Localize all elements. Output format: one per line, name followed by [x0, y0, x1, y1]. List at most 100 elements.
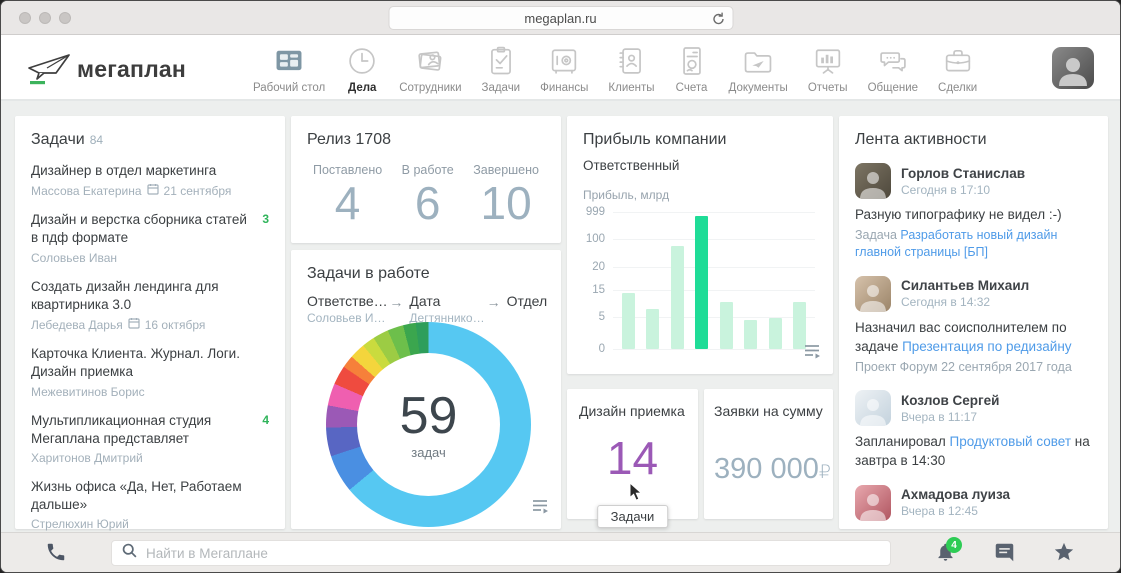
feed-message: Запустила обсуждение Новый дизайнер — Ле… [855, 528, 1092, 529]
profit-card-title: Прибыль компании [583, 131, 726, 148]
feed-name-time: Ахмадова луизаВчера в 12:45 [901, 487, 1010, 518]
browser-chrome: megaplan.ru [1, 1, 1120, 35]
calendar-icon [128, 317, 140, 332]
feed-link[interactable]: Презентация по редизайну [902, 339, 1071, 354]
y-tick-label: 20 [592, 261, 605, 273]
work-tasks-card: Задачи в работе Ответстве…Соловьев И…→Да… [291, 250, 561, 529]
feed-link[interactable]: Продуктовый совет [950, 434, 1072, 449]
activity-feed-card: Лента активности Горлов СтаниславСегодня… [839, 116, 1108, 529]
avatar-silhouette-icon [1057, 54, 1089, 86]
y-tick-label: 0 [599, 343, 605, 355]
bar[interactable] [720, 302, 733, 349]
phone-icon[interactable] [45, 541, 67, 568]
user-avatar[interactable] [1052, 47, 1094, 89]
window-controls[interactable] [19, 12, 71, 24]
feed-avatar [855, 390, 891, 426]
task-item[interactable]: Карточка Клиента. Журнал. Логи. Дизайн п… [31, 345, 269, 398]
feed-item-header[interactable]: Козлов Сергей Вчера в 11:17 [855, 390, 1092, 426]
paper-plane-icon [25, 51, 73, 87]
minimize-window-button[interactable] [39, 12, 51, 24]
nav-item-label: Рабочий стол [253, 82, 325, 94]
task-meta: Соловьев Иван [31, 251, 269, 265]
dashboard: Задачи84 Дизайнер в отдел маркетингаМасс… [1, 102, 1121, 534]
nav-item-folder[interactable]: Документы [719, 42, 798, 94]
nav-item-briefcase[interactable]: Сделки [928, 42, 987, 94]
task-item[interactable]: Мультипликационная студия Мегаплана пред… [31, 412, 269, 465]
feed-author-name: Козлов Сергей [901, 393, 999, 408]
safe-icon [547, 42, 581, 80]
bar[interactable] [769, 318, 782, 350]
feed-item-header[interactable]: Силантьев МихаилСегодня в 14:32 [855, 276, 1092, 312]
arrow-right-icon: → [487, 294, 501, 310]
bar[interactable] [646, 309, 659, 349]
nav-item-clipboard[interactable]: Задачи [472, 42, 531, 94]
design-card-title: Дизайн приемка [579, 403, 685, 419]
feed-item-header[interactable]: Ахмадова луизаВчера в 12:45 [855, 485, 1092, 521]
filter-3[interactable]: Отдел [507, 293, 545, 311]
nav-item-label: Сотрудники [399, 82, 461, 94]
tasks-donut-chart[interactable]: 59 задач [326, 322, 531, 527]
list-view-icon[interactable] [804, 344, 821, 364]
task-title: Дизайн и верстка сборника статей в пдф ф… [31, 211, 269, 247]
requests-sum-card[interactable]: Заявки на сумму 390 000₽ [704, 389, 833, 519]
reload-icon[interactable] [710, 11, 726, 30]
feed-timestamp: Вчера в 11:17 [901, 410, 999, 424]
app-header: мегаплан Рабочий стол Дела Сотрудники Задач… [1, 35, 1120, 101]
tasks-card: Задачи84 Дизайнер в отдел маркетингаМасс… [15, 116, 285, 529]
feed-item-header[interactable]: Горлов СтаниславСегодня в 17:10 [855, 163, 1092, 199]
release-stats: Поставлено4В работе6Завершено10 [307, 163, 545, 227]
release-stat-label: Завершено [473, 163, 539, 177]
nav-item-label: Дела [348, 82, 376, 94]
nav-item-employees[interactable]: Сотрудники [389, 42, 471, 94]
favorites-star-icon[interactable] [1053, 541, 1075, 568]
feed-timestamp: Сегодня в 17:10 [901, 183, 1025, 197]
notifications-bell[interactable]: 4 [935, 541, 956, 568]
bar[interactable] [622, 293, 635, 349]
y-tick-label: 100 [586, 233, 605, 245]
list-view-icon[interactable] [532, 499, 549, 519]
chat-icon[interactable] [994, 542, 1015, 568]
bar[interactable] [671, 246, 684, 349]
donut-center: 59 задач [357, 353, 500, 496]
nav-item-bill[interactable]: Счета [665, 42, 719, 94]
profit-bar-chart[interactable]: 999100201550 [613, 212, 815, 349]
design-acceptance-card[interactable]: Дизайн приемка 14 Задачи [567, 389, 698, 519]
search-input[interactable] [146, 546, 881, 561]
nav-item-desktop[interactable]: Рабочий стол [243, 42, 335, 94]
feed-text: Запланировал [855, 434, 950, 449]
bar[interactable] [744, 320, 757, 349]
filter-label: Отдел [507, 293, 545, 309]
tasks-list: Дизайнер в отдел маркетингаМассова Екате… [31, 162, 269, 573]
feed-avatar [855, 485, 891, 521]
bar[interactable] [695, 216, 708, 349]
filter-1[interactable]: Ответстве…Соловьев И… [307, 293, 383, 325]
address-bar[interactable]: megaplan.ru [388, 6, 733, 30]
task-meta: Харитонов Дмитрий [31, 451, 269, 465]
filter-2[interactable]: ДатаДегтяннико… [409, 293, 480, 325]
nav-item-safe[interactable]: Финансы [530, 42, 598, 94]
close-window-button[interactable] [19, 12, 31, 24]
employees-icon [413, 42, 447, 80]
task-item[interactable]: Дизайнер в отдел маркетингаМассова Екате… [31, 162, 269, 198]
task-item[interactable]: Дизайн и верстка сборника статей в пдф ф… [31, 211, 269, 264]
nav-item-clock[interactable]: Дела [335, 42, 389, 94]
task-item[interactable]: Жизнь офиса «Да, Нет, Работаем дальше»Ст… [31, 478, 269, 531]
browser-window: megaplan.ru мегаплан Рабочий стол Дела Сот… [0, 0, 1121, 573]
zoom-window-button[interactable] [59, 12, 71, 24]
bar[interactable] [793, 302, 806, 349]
release-stat-label: Поставлено [313, 163, 382, 177]
nav-item-chat[interactable]: Общение [858, 42, 928, 94]
nav-item-report[interactable]: Отчеты [798, 42, 858, 94]
feed-meta: Задача Разработать новый дизайн главной … [855, 227, 1092, 262]
task-title: Жизнь офиса «Да, Нет, Работаем дальше» [31, 478, 269, 514]
nav-item-label: Документы [729, 82, 788, 94]
notifications-badge: 4 [946, 537, 962, 553]
nav-item-clients[interactable]: Клиенты [598, 42, 664, 94]
feed-name-time: Горлов СтаниславСегодня в 17:10 [901, 166, 1025, 197]
tasks-card-title: Задачи [31, 131, 85, 148]
nav-item-label: Общение [868, 82, 918, 94]
task-item[interactable]: Создать дизайн лендинга для квартирника … [31, 278, 269, 332]
feed-name-time: Козлов Сергей Вчера в 11:17 [901, 393, 999, 424]
megaplan-logo[interactable]: мегаплан [25, 51, 186, 87]
global-search[interactable] [111, 540, 891, 566]
